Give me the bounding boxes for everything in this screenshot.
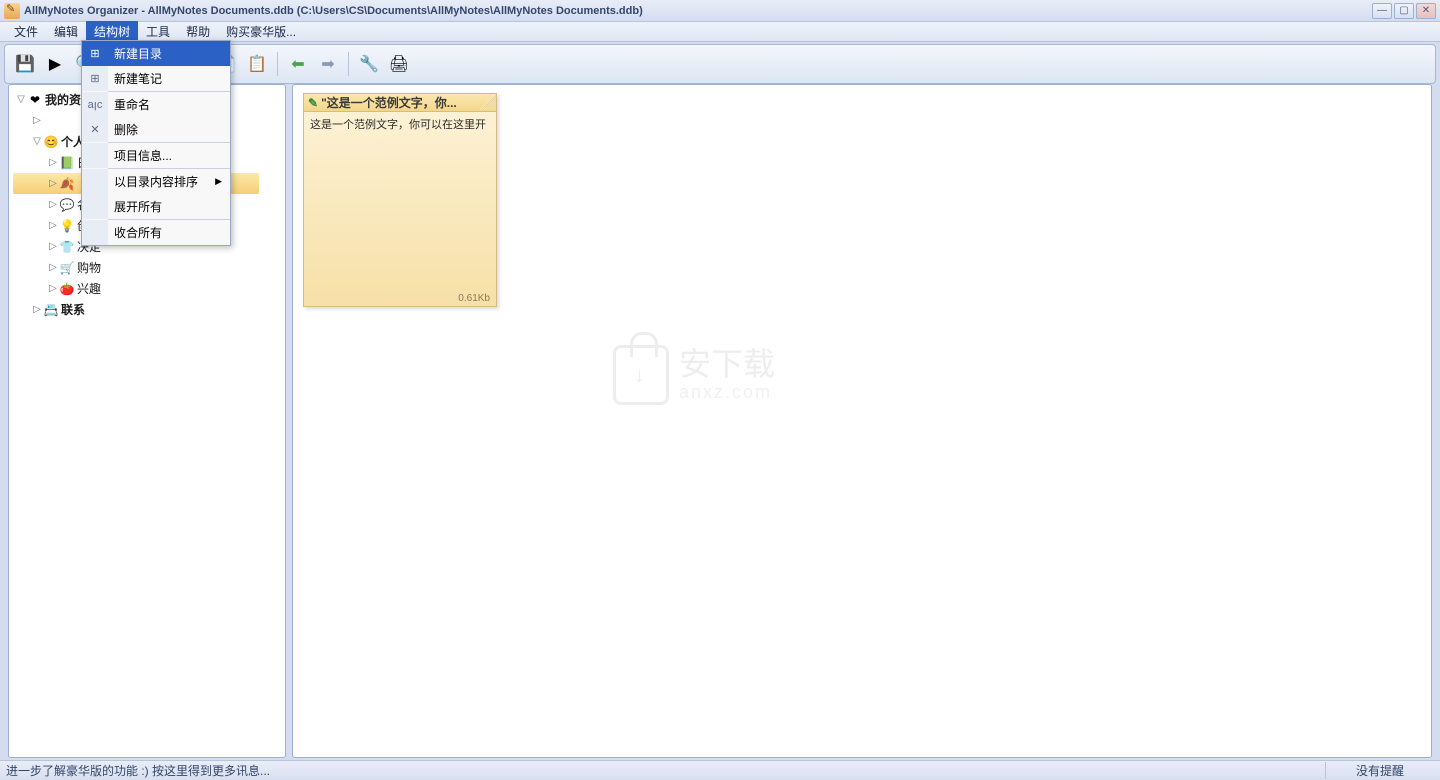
note-title: ✎ "这是一个范例文字，你... <box>304 94 496 112</box>
menu-帮助[interactable]: 帮助 <box>178 21 218 42</box>
menu-购买豪华版...[interactable]: 购买豪华版... <box>218 21 304 42</box>
ctx-label: 项目信息... <box>108 147 230 164</box>
print-button[interactable]: 🖨 <box>385 50 413 78</box>
tree-toggle-icon[interactable]: ▷ <box>47 220 59 231</box>
tree-label: 我的资 <box>45 91 81 108</box>
ctx-label: 新建目录 <box>108 45 230 62</box>
tree-toggle-icon[interactable]: ▷ <box>31 304 43 315</box>
tree-toggle-icon[interactable]: ▷ <box>47 262 59 273</box>
menu-工具[interactable]: 工具 <box>138 21 178 42</box>
page-fold-icon <box>480 94 496 110</box>
open-button[interactable]: ▶ <box>41 50 69 78</box>
watermark-main: 安下载 <box>679 348 775 380</box>
tree-item-icon: 🛒 <box>59 261 75 275</box>
tree-toggle-icon[interactable]: ▷ <box>47 241 59 252</box>
minimize-button[interactable]: — <box>1372 3 1392 19</box>
ctx-label: 收合所有 <box>108 224 230 241</box>
close-button[interactable]: ✕ <box>1416 3 1436 19</box>
tree-toggle-icon[interactable]: ▷ <box>47 178 59 189</box>
menu-结构树[interactable]: 结构树 <box>86 21 138 42</box>
tree-item-icon: 👕 <box>59 240 75 254</box>
tree-toggle-icon[interactable]: ▽ <box>15 94 27 105</box>
content-panel[interactable]: ✎ "这是一个范例文字，你... 这是一个范例文字，你可以在这里开 0.61Kb… <box>292 84 1432 758</box>
submenu-arrow-icon: ▶ <box>215 176 230 187</box>
ctx-label: 以目录内容排序 <box>108 173 215 190</box>
back-button[interactable]: ⬅ <box>284 50 312 78</box>
watermark-sub: anxz.com <box>679 382 775 403</box>
tree-toggle-icon[interactable]: ▷ <box>31 115 43 126</box>
folder-new-icon: ⊞ <box>82 41 108 66</box>
watermark: 安下载 anxz.com <box>613 345 775 405</box>
ctx-新建目录[interactable]: ⊞新建目录 <box>82 41 230 66</box>
tree-item-icon: 🍅 <box>59 282 75 296</box>
blank-icon <box>82 220 108 245</box>
tree-toggle-icon[interactable]: ▷ <box>47 199 59 210</box>
ctx-以目录内容排序[interactable]: 以目录内容排序▶ <box>82 169 230 194</box>
blank-icon <box>82 194 108 219</box>
bag-icon <box>613 345 669 405</box>
maximize-button[interactable]: ▢ <box>1394 3 1414 19</box>
status-left[interactable]: 进一步了解豪华版的功能 :) 按这里得到更多讯息... <box>6 762 270 779</box>
paste-button[interactable]: 📋 <box>243 50 271 78</box>
note-size: 0.61Kb <box>458 293 490 304</box>
save-button[interactable]: 💾 <box>11 50 39 78</box>
ctx-新建笔记[interactable]: ⊞新建笔记 <box>82 66 230 91</box>
ctx-收合所有[interactable]: 收合所有 <box>82 220 230 245</box>
tree-toggle-icon[interactable]: ▷ <box>47 157 59 168</box>
tree-toggle-icon[interactable]: ▷ <box>47 283 59 294</box>
ctx-删除[interactable]: ✕删除 <box>82 117 230 142</box>
note-card[interactable]: ✎ "这是一个范例文字，你... 这是一个范例文字，你可以在这里开 0.61Kb <box>303 93 497 307</box>
note-title-text: "这是一个范例文字，你... <box>321 94 457 111</box>
ctx-label: 新建笔记 <box>108 70 230 87</box>
toolbar-separator <box>277 52 278 76</box>
ctx-项目信息...[interactable]: 项目信息... <box>82 143 230 168</box>
tree-node-联系[interactable]: ▷📇联系 <box>13 299 281 320</box>
blank-icon <box>82 169 108 194</box>
toolbar-separator <box>348 52 349 76</box>
tree-label: 兴趣 <box>77 280 101 297</box>
ctx-label: 展开所有 <box>108 198 230 215</box>
tree-item-icon: 💬 <box>59 198 75 212</box>
tree-item-icon: 📗 <box>59 156 75 170</box>
rename-icon: aꞁc <box>82 92 108 117</box>
menu-编辑[interactable]: 编辑 <box>46 21 86 42</box>
window-title: AllMyNotes Organizer - AllMyNotes Docume… <box>24 5 1370 17</box>
ctx-label: 重命名 <box>108 96 230 113</box>
status-right: 没有提醒 <box>1325 762 1434 779</box>
blank-icon <box>82 143 108 168</box>
forward-button[interactable]: ➡ <box>314 50 342 78</box>
menubar: 文件编辑结构树工具帮助购买豪华版... <box>0 22 1440 42</box>
note-body: 这是一个范例文字，你可以在这里开 <box>304 112 496 136</box>
delete-icon: ✕ <box>82 117 108 142</box>
tree-node-兴趣[interactable]: ▷🍅兴趣 <box>13 278 281 299</box>
tree-item-icon: 📇 <box>43 303 59 317</box>
context-menu: ⊞新建目录⊞新建笔记aꞁc重命名✕删除项目信息...以目录内容排序▶展开所有收合… <box>81 40 231 246</box>
tree-item-icon: 💡 <box>59 219 75 233</box>
tree-label: 购物 <box>77 259 101 276</box>
ctx-展开所有[interactable]: 展开所有 <box>82 194 230 219</box>
menu-文件[interactable]: 文件 <box>6 21 46 42</box>
titlebar: AllMyNotes Organizer - AllMyNotes Docume… <box>0 0 1440 22</box>
statusbar: 进一步了解豪华版的功能 :) 按这里得到更多讯息... 没有提醒 <box>0 760 1440 780</box>
tree-node-购物[interactable]: ▷🛒购物 <box>13 257 281 278</box>
note-new-icon: ⊞ <box>82 66 108 91</box>
settings-button[interactable]: 🔧 <box>355 50 383 78</box>
tree-toggle-icon[interactable]: ▽ <box>31 136 43 147</box>
tree-label: 联系 <box>61 301 85 318</box>
tree-item-icon: ❤ <box>27 93 43 107</box>
tree-item-icon: 😊 <box>43 135 59 149</box>
ctx-重命名[interactable]: aꞁc重命名 <box>82 92 230 117</box>
app-icon <box>4 3 20 19</box>
tree-item-icon: 🍂 <box>59 177 75 191</box>
pencil-icon: ✎ <box>308 96 318 110</box>
ctx-label: 删除 <box>108 121 230 138</box>
